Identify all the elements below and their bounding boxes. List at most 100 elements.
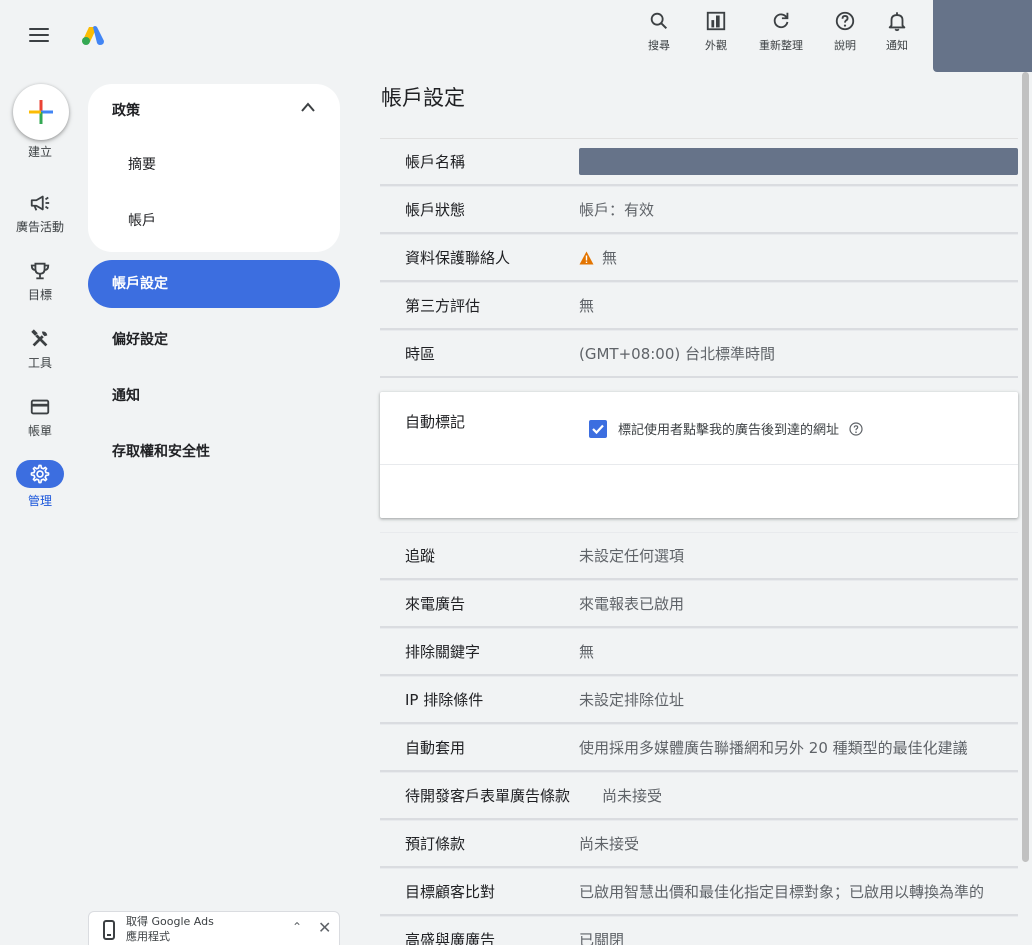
refresh-label: 重新整理 (759, 39, 803, 52)
setting-row-account-status[interactable]: 帳戶狀態 帳戶：有效 (380, 186, 1018, 234)
get-app-banner[interactable]: 取得 Google Ads 應用程式 ⌃ ✕ (88, 911, 340, 945)
setting-row-tracking[interactable]: 追蹤 未設定任何選項 (380, 532, 1018, 580)
setting-key: 自動套用 (405, 739, 466, 757)
setting-row-account-name[interactable]: 帳戶名稱 (380, 138, 1018, 186)
setting-value: 無 (602, 249, 618, 267)
refresh-button[interactable]: 重新整理 (748, 10, 814, 53)
expand-collapse-icon[interactable]: ⌃ (292, 920, 302, 934)
setting-row-call-ads[interactable]: 來電廣告 來電報表已啟用 (380, 580, 1018, 628)
help-circle-icon[interactable] (849, 421, 863, 436)
rail-label-tools: 工具 (27, 356, 52, 370)
nav-item-account-settings[interactable]: 帳戶設定 (88, 260, 340, 308)
setting-key: 排除關鍵字 (405, 643, 481, 661)
rail-item-goals[interactable]: 目標 (0, 260, 80, 303)
get-app-line1: 取得 Google Ads (126, 915, 214, 928)
page-scrollbar[interactable] (1022, 72, 1029, 862)
nav-sub-summary[interactable]: 摘要 (128, 154, 156, 174)
setting-value: 已啟用智慧出價和最佳化指定目標對象；已啟用以轉換為準的 (579, 883, 985, 901)
notifications-button[interactable]: 通知 (876, 10, 918, 53)
nav-item-notifications[interactable]: 通知 (88, 372, 340, 420)
setting-key: 時區 (405, 345, 436, 363)
close-icon[interactable]: ✕ (318, 918, 331, 937)
setting-value: 尚未接受 (602, 787, 663, 805)
setting-key: 第三方評估 (405, 297, 481, 315)
setting-row-negative-keywords[interactable]: 排除關鍵字 無 (380, 628, 1018, 676)
setting-key: IP 排除條件 (405, 691, 484, 709)
get-app-line2: 應用程式 (126, 930, 170, 943)
setting-value: 使用採用多媒體廣告聯播網和另外 20 種類型的最佳化建議 (579, 739, 968, 757)
setting-key: 帳戶狀態 (405, 201, 466, 219)
setting-row-timezone[interactable]: 時區 (GMT+08:00) 台北標準時間 (380, 330, 1018, 378)
setting-value: 帳戶：有效 (579, 201, 655, 219)
rail-label-goals: 目標 (27, 288, 52, 302)
search-label: 搜尋 (648, 39, 670, 52)
nav-item-preferences[interactable]: 偏好設定 (88, 316, 340, 364)
account-switcher[interactable] (933, 0, 1032, 72)
setting-value: 未設定排除位址 (579, 691, 685, 709)
get-app-text: 取得 Google Ads 應用程式 (126, 914, 214, 944)
notifications-label: 通知 (886, 39, 908, 52)
setting-value: 來電報表已啟用 (579, 595, 685, 613)
help-button[interactable]: 說明 (814, 10, 876, 53)
check-icon (592, 424, 604, 434)
auto-tagging-checkbox[interactable] (589, 419, 607, 438)
rail-item-billing[interactable]: 帳單 (0, 396, 80, 439)
setting-row-reservation-terms[interactable]: 預訂條款 尚未接受 (380, 820, 1018, 868)
gear-icon (30, 464, 50, 484)
setting-row-customer-match[interactable]: 目標顧客比對 已啟用智慧出價和最佳化指定目標對象；已啟用以轉換為準的 (380, 868, 1018, 916)
setting-row-ip-exclusions[interactable]: IP 排除條件 未設定排除位址 (380, 676, 1018, 724)
admin-active-pill (16, 460, 64, 488)
nav-sub-account[interactable]: 帳戶 (128, 210, 156, 230)
setting-value: 未設定任何選項 (579, 547, 685, 565)
tools-icon (31, 329, 48, 347)
rail-label-campaigns: 廣告活動 (15, 220, 64, 234)
setting-row-last[interactable]: 高盛與廣廣告 已關閉 (380, 916, 1018, 945)
setting-value: 已關閉 (579, 931, 625, 945)
setting-key: 預訂條款 (405, 835, 466, 853)
credit-card-icon (30, 399, 50, 415)
chevron-up-icon[interactable] (300, 101, 316, 113)
setting-row-data-protection-contact[interactable]: 資料保護聯絡人 無 (380, 234, 1018, 282)
plus-icon (29, 100, 53, 124)
setting-key: 目標顧客比對 (405, 883, 496, 901)
trophy-icon (30, 262, 50, 280)
auto-tagging-option: 標記使用者點擊我的廣告後到達的網址 (589, 419, 863, 438)
policy-section-title[interactable]: 政策 (112, 100, 140, 120)
setting-row-third-party[interactable]: 第三方評估 無 (380, 282, 1018, 330)
setting-row-auto-apply[interactable]: 自動套用 使用採用多媒體廣告聯播網和另外 20 種類型的最佳化建議 (380, 724, 1018, 772)
megaphone-icon (30, 195, 50, 211)
refresh-icon (773, 12, 789, 29)
policy-section-card: 政策 摘要 帳戶 (88, 84, 340, 252)
appearance-icon (706, 11, 726, 31)
auto-tagging-checkbox-label[interactable]: 標記使用者點擊我的廣告後到達的網址 (618, 419, 839, 438)
rail-item-tools[interactable]: 工具 (0, 328, 80, 371)
warning-icon (579, 251, 594, 264)
setting-value-warning: 無 (579, 247, 617, 268)
setting-key: 資料保護聯絡人 (405, 249, 511, 267)
settings-list: 帳戶名稱 帳戶狀態 帳戶：有效 資料保護聯絡人 無 第三方評估 無 時區 (GM… (380, 138, 1018, 945)
setting-value: 尚未接受 (579, 835, 640, 853)
nav-item-access-security[interactable]: 存取權和安全性 (88, 428, 340, 476)
setting-key: 追蹤 (405, 547, 436, 565)
auto-tagging-card: 自動標記 標記使用者點擊我的廣告後到達的網址 (380, 392, 1018, 518)
redacted-account-name (579, 148, 1018, 175)
google-ads-logo (82, 26, 104, 45)
appearance-button[interactable]: 外觀 (684, 10, 748, 53)
setting-key: 來電廣告 (405, 595, 466, 613)
card-divider (380, 464, 1018, 465)
setting-row-lead-form-terms[interactable]: 待開發客戶表單廣告條款 尚未接受 (380, 772, 1018, 820)
help-icon (835, 11, 855, 31)
rail-item-campaigns[interactable]: 廣告活動 (0, 192, 80, 235)
create-button[interactable] (13, 84, 69, 140)
search-icon (650, 12, 668, 30)
search-button[interactable]: 搜尋 (636, 10, 682, 53)
setting-key: 帳戶名稱 (405, 153, 466, 171)
rail-item-admin[interactable]: 管理 (0, 460, 80, 509)
phone-icon (103, 920, 115, 940)
help-label: 說明 (834, 39, 856, 52)
create-label: 建立 (27, 145, 52, 159)
rail-label-billing: 帳單 (27, 424, 52, 438)
bell-icon (888, 12, 906, 32)
auto-tagging-key: 自動標記 (405, 413, 466, 431)
main-menu-button[interactable] (29, 28, 49, 44)
